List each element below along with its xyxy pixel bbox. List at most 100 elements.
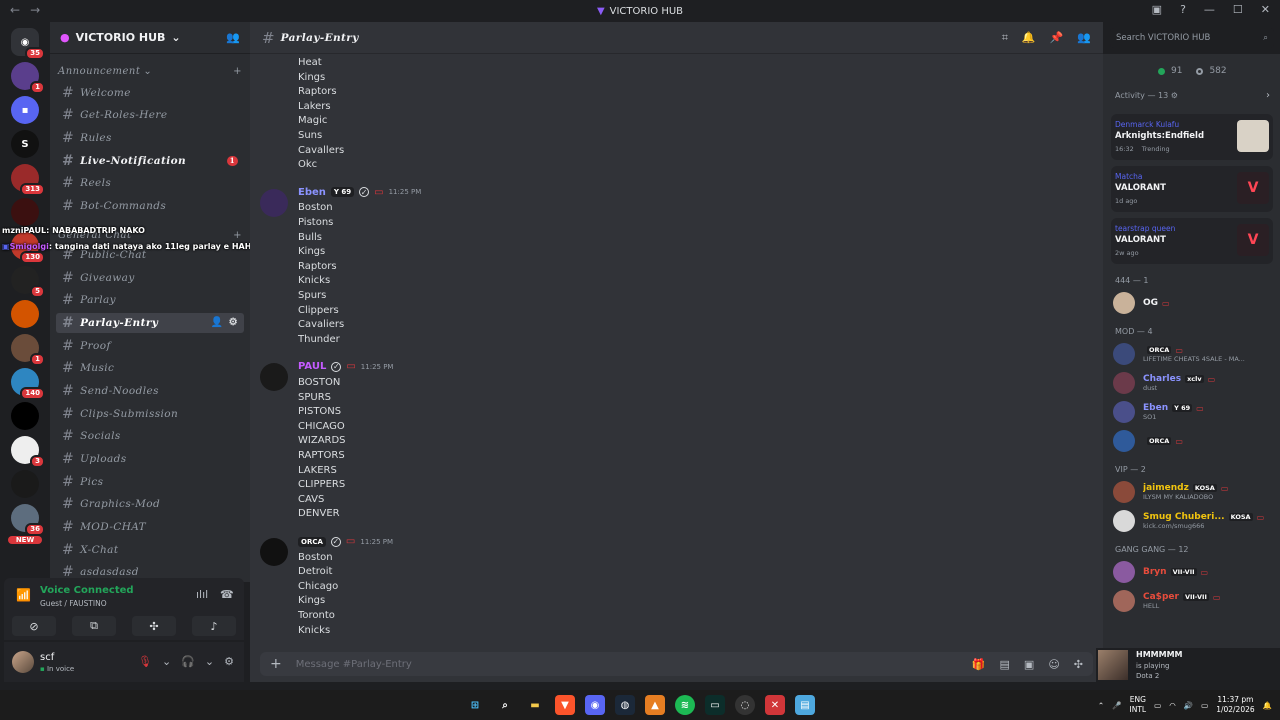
member-row[interactable]: Charles xclv ▭ dust [1113, 372, 1275, 394]
volume-icon[interactable]: 🔊 [1184, 701, 1193, 710]
bell-icon[interactable]: 🔔 [1022, 31, 1036, 45]
server-icon[interactable] [11, 300, 39, 328]
search-icon[interactable]: ⌕ [495, 695, 515, 715]
member-row[interactable]: OG ▭ [1113, 292, 1275, 314]
new-badge[interactable]: NEW [8, 536, 42, 544]
channel-item[interactable]: # Parlay-Entry 👤 ⚙ [56, 312, 244, 333]
add-channel-icon[interactable]: + [233, 230, 242, 241]
channel-item[interactable]: # Reels [56, 173, 244, 193]
channel-item[interactable]: # Bot-Commands [56, 196, 244, 216]
member-row[interactable]: ORCA ▭ [1113, 430, 1275, 452]
wifi-icon[interactable]: ◠ [1169, 701, 1176, 710]
soundboard-button[interactable]: ♪ [192, 616, 236, 636]
channel-item[interactable]: # Get-Roles-Here [56, 105, 244, 125]
back-arrow-icon[interactable]: ← [10, 3, 20, 17]
channel-item[interactable]: # Uploads [56, 449, 244, 469]
category-announcement[interactable]: Announcement ⌄ + [50, 62, 250, 80]
language-indicator[interactable]: ENG INTL [1130, 695, 1147, 715]
message-author[interactable]: Eben [298, 187, 326, 198]
server-icon[interactable]: ◉ 35 [11, 28, 45, 60]
camera-off-button[interactable]: ⊘ [12, 616, 56, 636]
app-icon[interactable]: ◌ [735, 695, 755, 715]
channel-item[interactable]: # Graphics-Mod [56, 494, 244, 514]
gif-icon[interactable]: ▤ [1000, 658, 1010, 671]
screen-share-button[interactable]: ⧉ [72, 616, 116, 636]
spotify-icon[interactable]: ≋ [675, 695, 695, 715]
channel-item[interactable]: # Music [56, 358, 244, 378]
riot-client-icon[interactable]: ✕ [765, 695, 785, 715]
member-row[interactable]: Eben Y 69 ▭ SO1 [1113, 401, 1275, 423]
channel-item[interactable]: # Welcome [56, 83, 244, 103]
network-icon[interactable]: ▭ [1154, 701, 1161, 710]
voice-channel[interactable]: Guest / FAUSTINO [40, 599, 107, 608]
gear-icon[interactable]: ⚙ [229, 317, 238, 328]
steam-icon[interactable]: ◍ [615, 695, 635, 715]
server-icon[interactable]: 313 [11, 164, 45, 196]
chevron-down-icon[interactable]: ⌄ [205, 655, 214, 668]
headphones-icon[interactable]: 🎧 [181, 655, 195, 668]
help-icon[interactable]: ? [1180, 3, 1186, 16]
forward-arrow-icon[interactable]: → [30, 3, 40, 17]
channel-item[interactable]: # Pics [56, 472, 244, 492]
activities-button[interactable]: ✣ [132, 616, 176, 636]
notification-icon[interactable]: 🔔 [1263, 701, 1272, 710]
invite-people-icon[interactable]: 👥 [226, 31, 240, 44]
channel-item[interactable]: # Socials [56, 426, 244, 446]
chevron-right-icon[interactable]: › [1266, 90, 1270, 101]
disconnect-icon[interactable]: ☎ [220, 588, 234, 601]
search-input[interactable]: Search VICTORIO HUB [1116, 33, 1210, 43]
channel-item[interactable]: # Send-Noodles [56, 381, 244, 401]
channel-item[interactable]: # MOD-CHAT [56, 517, 244, 537]
attach-plus-icon[interactable]: + [270, 656, 282, 672]
battery-icon[interactable]: ▭ [1201, 701, 1208, 710]
activity-header[interactable]: Activity — 13 ⚙ [1115, 91, 1178, 100]
noise-suppression-icon[interactable]: ılıl [196, 588, 208, 601]
server-header[interactable]: ● VICTORIO HUB ⌄ 👥 [50, 22, 250, 54]
member-row[interactable]: ORCA ▭ LIFETIME CHEATS 4SALE - MA... [1113, 343, 1275, 365]
sticker-icon[interactable]: ▣ [1024, 658, 1034, 671]
server-icon[interactable]: 5 [11, 266, 45, 298]
server-icon[interactable] [11, 470, 39, 498]
gear-icon[interactable]: ⚙ [224, 655, 234, 668]
file-explorer-icon[interactable]: ▬ [525, 695, 545, 715]
server-icon[interactable]: S [11, 130, 39, 158]
maximize-icon[interactable]: ☐ [1233, 3, 1243, 16]
microphone-icon[interactable]: 🎤 [1112, 701, 1121, 710]
avatar[interactable] [260, 363, 288, 392]
voice-status[interactable]: Voice Connected [40, 585, 134, 596]
channel-item[interactable]: # Giveaway [56, 268, 244, 288]
now-playing-card[interactable]: HMMMMM is playing Dota 2 [1096, 648, 1280, 682]
channel-item[interactable]: # Clips-Submission [56, 404, 244, 424]
message-input[interactable] [295, 658, 796, 670]
avatar[interactable] [260, 188, 288, 217]
member-row[interactable]: Ca$per VII-VII ▭ HELL [1113, 590, 1275, 612]
emoji-icon[interactable]: ☺ [1048, 658, 1059, 671]
windows-start-icon[interactable]: ⊞ [465, 695, 485, 715]
brave-alt-icon[interactable]: ▲ [645, 695, 665, 715]
server-icon[interactable]: ▪ [11, 96, 39, 124]
members-icon[interactable]: 👥 [1077, 31, 1091, 45]
add-channel-icon[interactable]: + [233, 66, 242, 77]
minimize-icon[interactable]: — [1204, 3, 1215, 16]
member-row[interactable]: Bryn VII-VII ▭ [1113, 561, 1275, 583]
pin-icon[interactable]: 📌 [1050, 31, 1064, 45]
apps-icon[interactable]: ✣ [1074, 658, 1083, 671]
activity-card[interactable]: tearstrap queen VALORANT 2w ago V [1111, 218, 1273, 264]
notepad-icon[interactable]: ▤ [795, 695, 815, 715]
threads-icon[interactable]: ⌗ [1002, 31, 1008, 45]
search-bar[interactable]: Search VICTORIO HUB ⌕ [1110, 28, 1274, 48]
gift-icon[interactable]: 🎁 [972, 658, 986, 671]
server-icon[interactable] [11, 198, 39, 226]
server-icon[interactable] [11, 402, 39, 430]
member-row[interactable]: jaimendz KOSA ▭ ILYSM MY KALIADOBO [1113, 481, 1275, 503]
channel-item[interactable]: # Proof [56, 336, 244, 356]
member-row[interactable]: Smug Chuberi... KOSA ▭ kick.com/smug666 [1113, 510, 1275, 532]
mic-muted-icon[interactable]: 🎙 [138, 655, 152, 668]
message-author[interactable]: PAUL [298, 361, 326, 372]
activity-card[interactable]: Matcha VALORANT 1d ago V [1111, 166, 1273, 212]
server-icon[interactable]: 1 [11, 62, 45, 94]
channel-item[interactable]: # Live-Notification 1 [56, 151, 244, 171]
discord-taskbar-icon[interactable]: ◉ [585, 695, 605, 715]
avatar[interactable] [260, 538, 288, 566]
close-icon[interactable]: ✕ [1261, 3, 1270, 16]
